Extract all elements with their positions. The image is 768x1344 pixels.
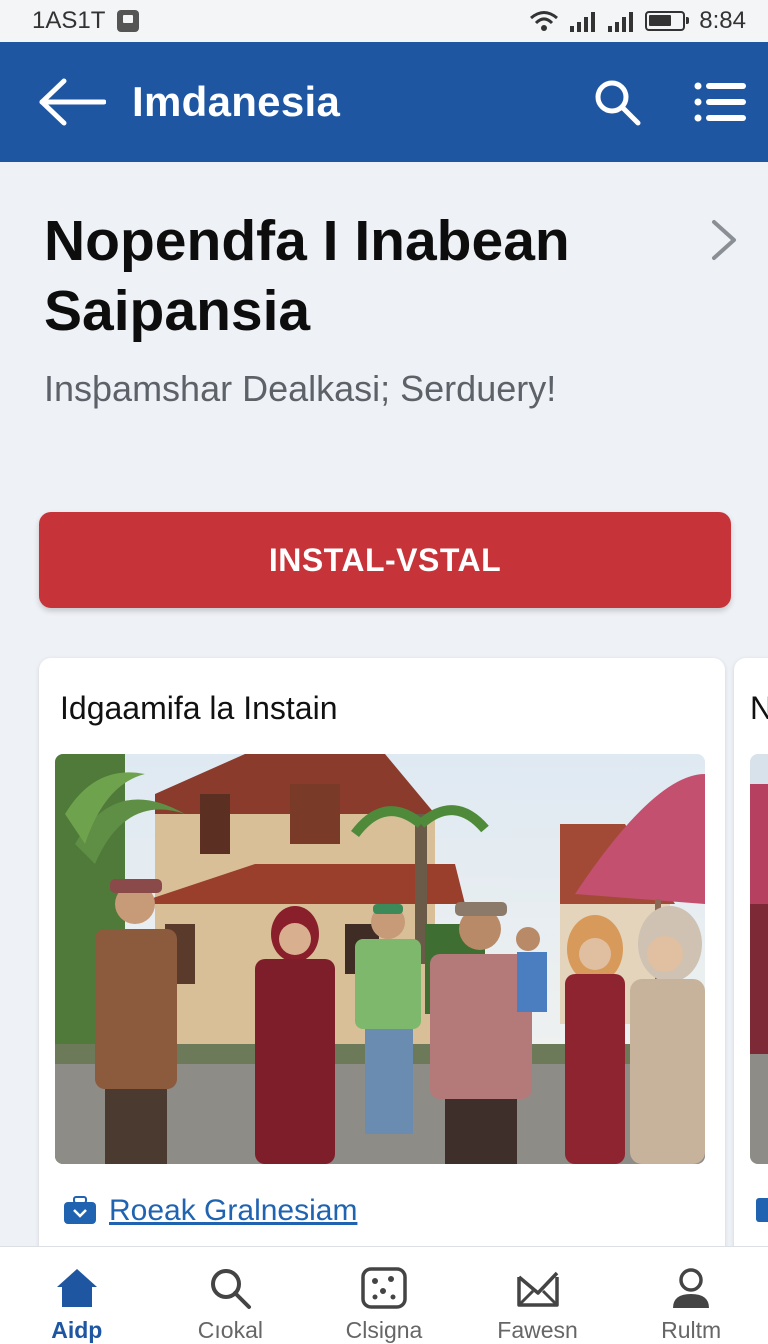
feature-card[interactable]: Idgaamifa la Instain Roeak Gralnesiam xyxy=(39,658,725,1278)
nav-label-mail: Fawesn xyxy=(497,1317,578,1343)
next-card-photo xyxy=(750,754,768,1164)
back-arrow-icon xyxy=(39,78,106,126)
search-icon xyxy=(211,1269,252,1309)
page-title: Nopendfa I Inabean Saipansia xyxy=(44,209,570,343)
nav-item-profile[interactable]: Rultm xyxy=(631,1265,751,1344)
nav-item-search[interactable]: Cıokal xyxy=(170,1265,290,1344)
next-card-link-icon xyxy=(756,1198,768,1222)
battery-icon xyxy=(645,11,690,31)
sim-card-icon xyxy=(117,10,140,32)
search-icon xyxy=(595,80,641,126)
search-button[interactable] xyxy=(592,77,642,127)
nav-item-mail[interactable]: Fawesn xyxy=(478,1265,598,1344)
card-link-label[interactable]: Roeak Gralnesiam xyxy=(109,1194,357,1228)
wifi-icon xyxy=(530,11,559,31)
signal-icon-2 xyxy=(608,12,634,32)
nav-label-home: Aidp xyxy=(51,1317,103,1343)
next-card-image xyxy=(750,754,768,1164)
home-icon xyxy=(56,1269,97,1307)
status-bar: 1AS1T 8:84 xyxy=(0,0,768,42)
clock: 8:84 xyxy=(699,7,746,34)
status-left: 1AS1T xyxy=(32,7,140,35)
profile-icon xyxy=(673,1268,710,1308)
page-subtitle: Insþamshar Dealkasi; Serduery! xyxy=(44,368,557,409)
briefcase-icon xyxy=(64,1196,96,1224)
status-right: 8:84 xyxy=(529,7,746,35)
nav-item-home[interactable]: Aidp xyxy=(17,1265,137,1344)
mail-icon xyxy=(516,1271,559,1307)
nav-label-search: Cıokal xyxy=(197,1317,263,1343)
card-photo[interactable] xyxy=(55,754,705,1164)
menu-icon xyxy=(694,82,746,122)
back-button[interactable] xyxy=(36,77,106,127)
card-link[interactable]: Roeak Gralnesiam xyxy=(63,1194,357,1228)
next-card[interactable]: N xyxy=(734,658,768,1278)
nav-item-photo[interactable]: Clsigna xyxy=(324,1265,444,1344)
install-button[interactable]: INSTAL-VSTAL xyxy=(39,512,731,608)
carrier-label: 1AS1T xyxy=(32,7,106,34)
menu-button[interactable] xyxy=(694,80,746,124)
app-title: Imdanesia xyxy=(132,78,341,125)
community-photo xyxy=(55,754,705,1164)
photo-icon xyxy=(361,1267,407,1309)
next-card-title: N xyxy=(750,690,768,726)
chevron-right-icon[interactable] xyxy=(706,218,740,262)
card-title: Idgaamifa la Instain xyxy=(60,690,338,726)
app-bar: Imdanesia xyxy=(0,42,768,162)
nav-label-profile: Rultm xyxy=(661,1317,722,1343)
nav-label-photo: Clsigna xyxy=(345,1317,423,1343)
bottom-nav: Aidp Cıokal Clsigna Fawesn Rultm xyxy=(0,1246,768,1344)
signal-icon xyxy=(570,12,596,32)
